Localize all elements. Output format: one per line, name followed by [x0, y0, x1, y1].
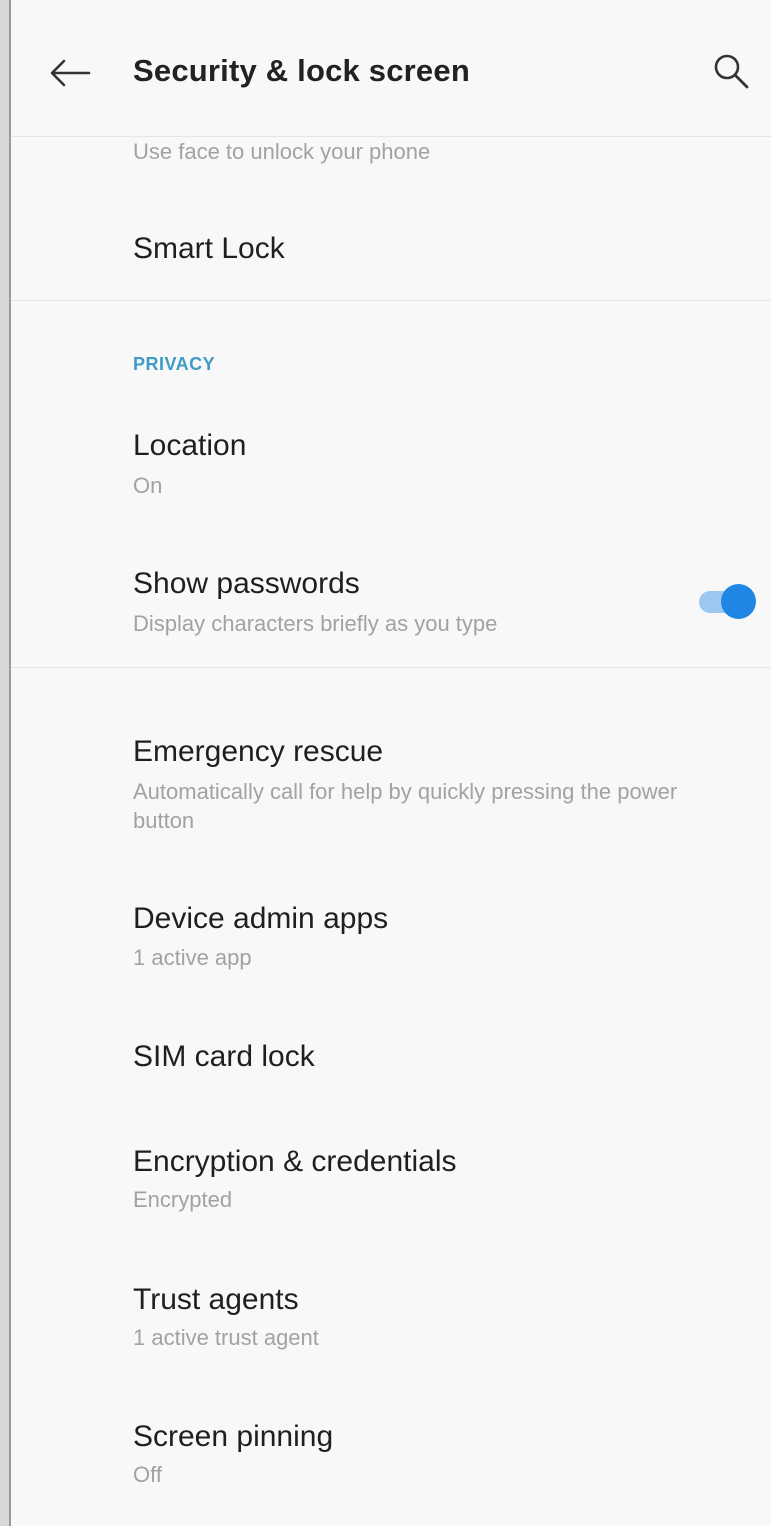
sim-card-lock-row[interactable]: SIM card lock [11, 1010, 771, 1110]
location-label: Location [133, 429, 247, 462]
show-passwords-summary: Display characters briefly as you type [133, 611, 498, 636]
section-divider [11, 300, 771, 301]
face-unlock-summary: Use face to unlock your phone [133, 139, 431, 164]
page-title: Security & lock screen [133, 53, 470, 88]
search-button[interactable] [707, 48, 757, 98]
screen-pinning-summary: Off [133, 1462, 162, 1487]
emergency-rescue-label: Emergency rescue [133, 735, 384, 768]
device-admin-apps-label: Device admin apps [133, 902, 389, 935]
trust-agents-summary: 1 active trust agent [133, 1325, 319, 1350]
smart-lock-label: Smart Lock [133, 232, 285, 265]
smart-lock-row[interactable]: Smart Lock [11, 200, 771, 300]
face-unlock-row[interactable]: Use face to unlock your phone [11, 137, 771, 177]
encryption-credentials-row[interactable]: Encryption & credentials Encrypted [11, 1125, 771, 1235]
section-divider [11, 667, 771, 668]
screen-pinning-label: Screen pinning [133, 1420, 334, 1453]
screen-pinning-row[interactable]: Screen pinning Off [11, 1400, 771, 1510]
search-icon [714, 54, 749, 89]
trust-agents-label: Trust agents [133, 1283, 299, 1316]
device-admin-apps-summary: 1 active app [133, 945, 252, 970]
emergency-rescue-summary-line1: Automatically call for help by quickly p… [133, 779, 678, 804]
settings-screen: Security & lock screen Use face to unloc… [9, 0, 771, 1526]
show-passwords-row[interactable]: Show passwords Display characters briefl… [11, 545, 771, 665]
emergency-rescue-summary-line2: button [133, 808, 195, 833]
location-row[interactable]: Location On [11, 405, 771, 515]
privacy-section-header: PRIVACY [133, 354, 216, 374]
device-admin-apps-row[interactable]: Device admin apps 1 active app [11, 880, 771, 990]
back-button[interactable] [45, 48, 95, 98]
location-summary: On [133, 473, 163, 498]
encryption-credentials-label: Encryption & credentials [133, 1145, 457, 1178]
toggle-thumb [721, 584, 756, 619]
sim-card-lock-label: SIM card lock [133, 1040, 315, 1073]
arrow-left-icon [50, 59, 91, 87]
show-passwords-label: Show passwords [133, 567, 360, 600]
encryption-credentials-summary: Encrypted [133, 1187, 233, 1212]
show-passwords-toggle[interactable] [695, 582, 757, 620]
trust-agents-row[interactable]: Trust agents 1 active trust agent [11, 1265, 771, 1375]
emergency-rescue-row[interactable]: Emergency rescue Automatically call for … [11, 715, 771, 845]
app-bar: Security & lock screen [11, 0, 771, 137]
